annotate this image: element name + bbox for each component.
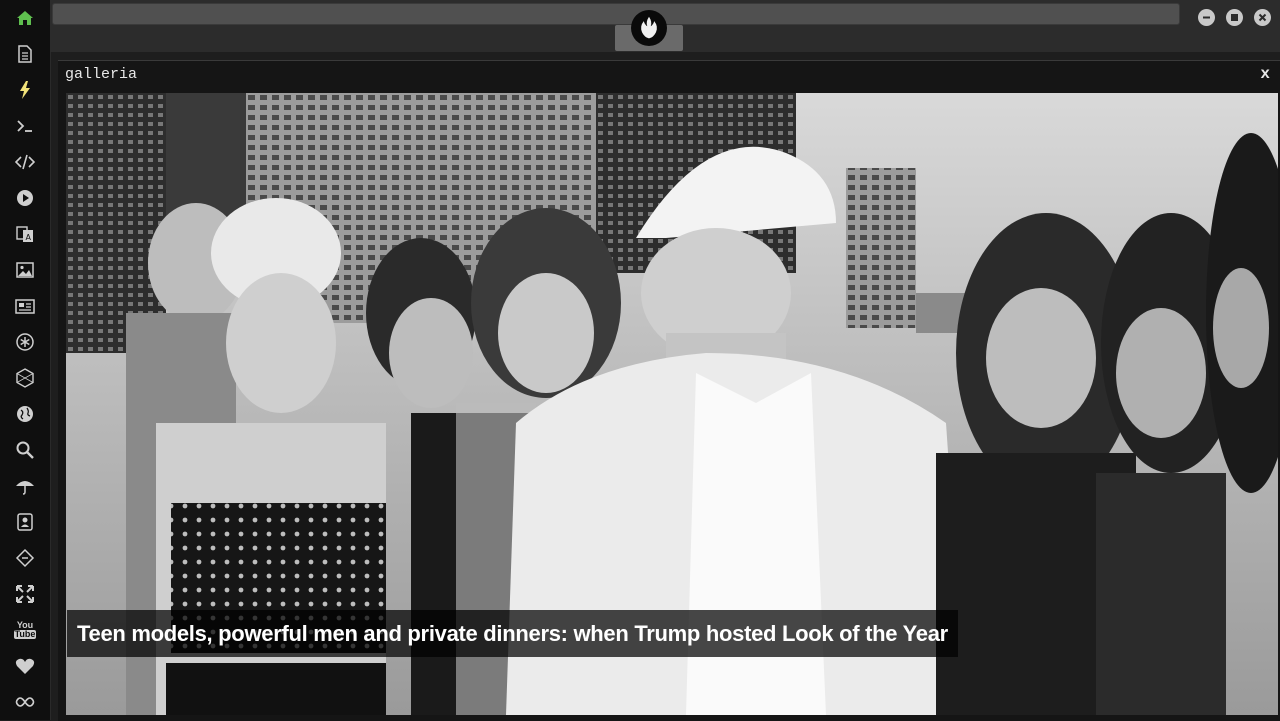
infinity-icon[interactable] [13,690,37,714]
document-icon[interactable] [13,42,37,66]
news-icon[interactable] [13,294,37,318]
address-bar[interactable] [52,3,1180,25]
rebel-alliance-icon [631,10,667,46]
contact-card-icon[interactable] [13,510,37,534]
sidebar: A You Tube [0,0,51,720]
youtube-icon[interactable]: You Tube [13,618,37,642]
play-icon[interactable] [13,186,37,210]
close-icon[interactable] [1254,9,1271,26]
search-icon[interactable] [13,438,37,462]
expand-icon[interactable] [13,582,37,606]
terminal-icon[interactable] [13,114,37,138]
lightning-icon[interactable] [13,78,37,102]
code-icon[interactable] [13,150,37,174]
panel-close-button[interactable]: x [1260,65,1270,83]
translate-icon[interactable]: A [13,222,37,246]
asterisk-icon[interactable] [13,330,37,354]
link-code-icon[interactable] [13,546,37,570]
maximize-icon[interactable] [1226,9,1243,26]
heart-icon[interactable] [13,654,37,678]
svg-text:A: A [26,233,32,242]
minimize-icon[interactable] [1198,9,1215,26]
globe-icon[interactable] [13,402,37,426]
photo-caption: Teen models, powerful men and private di… [67,610,958,657]
hexagon-icon[interactable] [13,366,37,390]
panel-title: galleria [65,66,138,83]
home-icon[interactable] [13,6,37,30]
youtube-label-bottom: Tube [13,629,37,639]
umbrella-icon[interactable] [13,474,37,498]
image-icon[interactable] [13,258,37,282]
